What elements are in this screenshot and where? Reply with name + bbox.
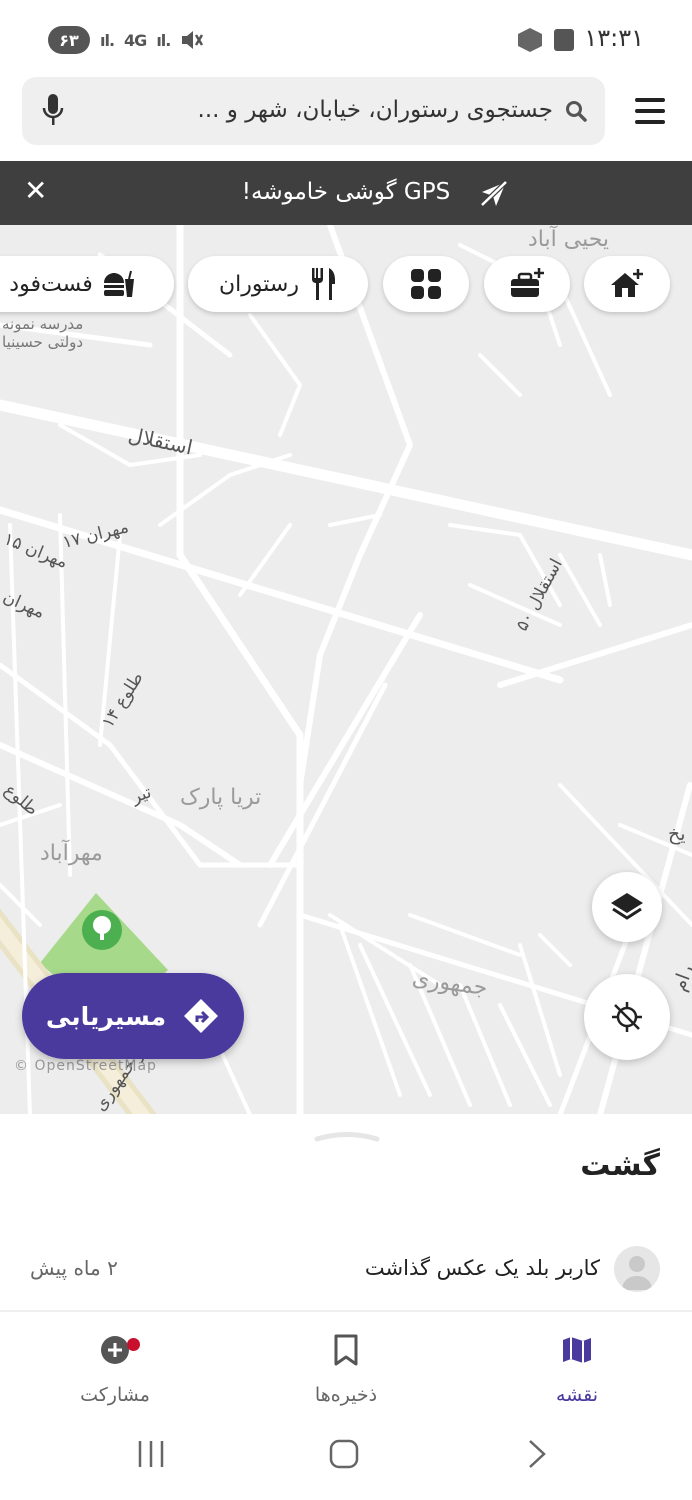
bottom-sheet[interactable]: گشت کاربر بلد یک عکس گذاشت ۲ ماه پیش xyxy=(0,1114,692,1312)
gps-off-banner: ✕ GPS گوشی خاموشه! xyxy=(0,161,692,225)
search-input[interactable]: جستجوی رستوران، خیابان، شهر و ... xyxy=(22,77,605,145)
sheet-title: گشت xyxy=(580,1148,660,1183)
restaurant-chip-label: رستوران xyxy=(219,271,299,297)
categories-button[interactable] xyxy=(383,256,469,312)
home-button-icon[interactable] xyxy=(328,1438,360,1470)
app-notification-icon-2 xyxy=(554,29,574,51)
gps-banner-text: GPS گوشی خاموشه! xyxy=(241,179,451,205)
map-view[interactable]: یحیی آباد مدرسه نمونه دولتی حسینیا استقل… xyxy=(0,225,692,1115)
nav-label-contribute: مشارکت xyxy=(80,1384,150,1406)
status-time: ۱۳:۳۱ xyxy=(584,24,644,52)
battery-indicator: ۶۳ xyxy=(48,26,90,54)
directions-icon xyxy=(184,999,219,1033)
add-work-button[interactable] xyxy=(484,256,570,312)
activity-item[interactable]: کاربر بلد یک عکس گذاشت ۲ ماه پیش xyxy=(0,1232,692,1304)
notification-dot xyxy=(127,1338,140,1351)
briefcase-add-icon xyxy=(511,268,544,297)
microphone-icon[interactable] xyxy=(42,93,64,127)
activity-text: کاربر بلد یک عکس گذاشت xyxy=(364,1256,600,1280)
fastfood-chip-label: فست‌فود xyxy=(9,271,93,297)
user-avatar-icon xyxy=(622,1256,652,1290)
search-icon xyxy=(566,101,587,122)
map-label-school-2: دولتی حسینیا xyxy=(2,333,84,351)
network-type: 4G xyxy=(124,30,147,50)
sheet-handle[interactable] xyxy=(314,1128,380,1142)
fork-knife-icon xyxy=(311,268,335,300)
routing-button[interactable]: مسیریابی xyxy=(22,973,244,1059)
park-tree-icon xyxy=(82,910,122,950)
map-label-soraya-park: تریا پارک xyxy=(180,785,262,810)
mute-icon xyxy=(182,31,204,49)
nav-label-saved: ذخیره‌ها xyxy=(314,1384,378,1406)
nav-item-map[interactable]: نقشه xyxy=(502,1330,652,1406)
activity-time: ۲ ماه پیش xyxy=(30,1256,118,1280)
bottom-navigation: نقشه ذخیره‌ها مشارکت xyxy=(0,1312,692,1412)
map-label-mehrabad: مهرآباد xyxy=(40,841,103,866)
nav-item-contribute[interactable]: مشارکت xyxy=(40,1330,190,1406)
layers-icon xyxy=(611,893,643,920)
status-indicators: ۶۳ ıl. 4G ıl. xyxy=(48,26,204,54)
search-placeholder: جستجوی رستوران، خیابان، شهر و ... xyxy=(197,97,553,123)
signal-icon: ıl. xyxy=(100,30,115,50)
recent-apps-icon[interactable] xyxy=(136,1438,166,1470)
signal-icon-2: ıl. xyxy=(156,30,171,50)
gps-off-icon xyxy=(479,179,509,208)
burger-icon xyxy=(103,270,134,297)
avatar xyxy=(614,1246,660,1292)
system-navigation-bar xyxy=(0,1412,692,1500)
nav-label-map: نقشه xyxy=(555,1384,599,1406)
app-notification-icon xyxy=(518,28,542,52)
my-location-button[interactable] xyxy=(584,974,670,1060)
status-bar: ۶۳ ıl. 4G ıl. ۱۳:۳۱ xyxy=(0,0,692,80)
restaurant-chip[interactable]: رستوران xyxy=(188,256,368,312)
fastfood-chip[interactable]: فست‌فود xyxy=(0,256,174,312)
map-layers-button[interactable] xyxy=(592,872,662,942)
map-label-school-1: مدرسه نمونه xyxy=(2,315,84,333)
back-icon[interactable] xyxy=(526,1438,548,1470)
add-home-button[interactable] xyxy=(584,256,670,312)
location-off-icon xyxy=(612,1002,642,1032)
map-label-edge-kh: یخ xyxy=(668,823,686,845)
routing-button-label: مسیریابی xyxy=(45,1001,167,1031)
notification-icons xyxy=(518,28,574,52)
menu-icon[interactable] xyxy=(635,98,665,124)
bookmark-icon xyxy=(334,1334,358,1366)
grid-icon xyxy=(411,269,441,299)
add-circle-icon xyxy=(101,1336,129,1364)
nav-item-saved[interactable]: ذخیره‌ها xyxy=(271,1330,421,1406)
map-icon xyxy=(563,1337,591,1363)
map-label-yahya-abad: یحیی آباد xyxy=(528,227,610,252)
map-attribution: © OpenStreetMap xyxy=(14,1058,157,1074)
home-add-icon xyxy=(611,269,643,297)
